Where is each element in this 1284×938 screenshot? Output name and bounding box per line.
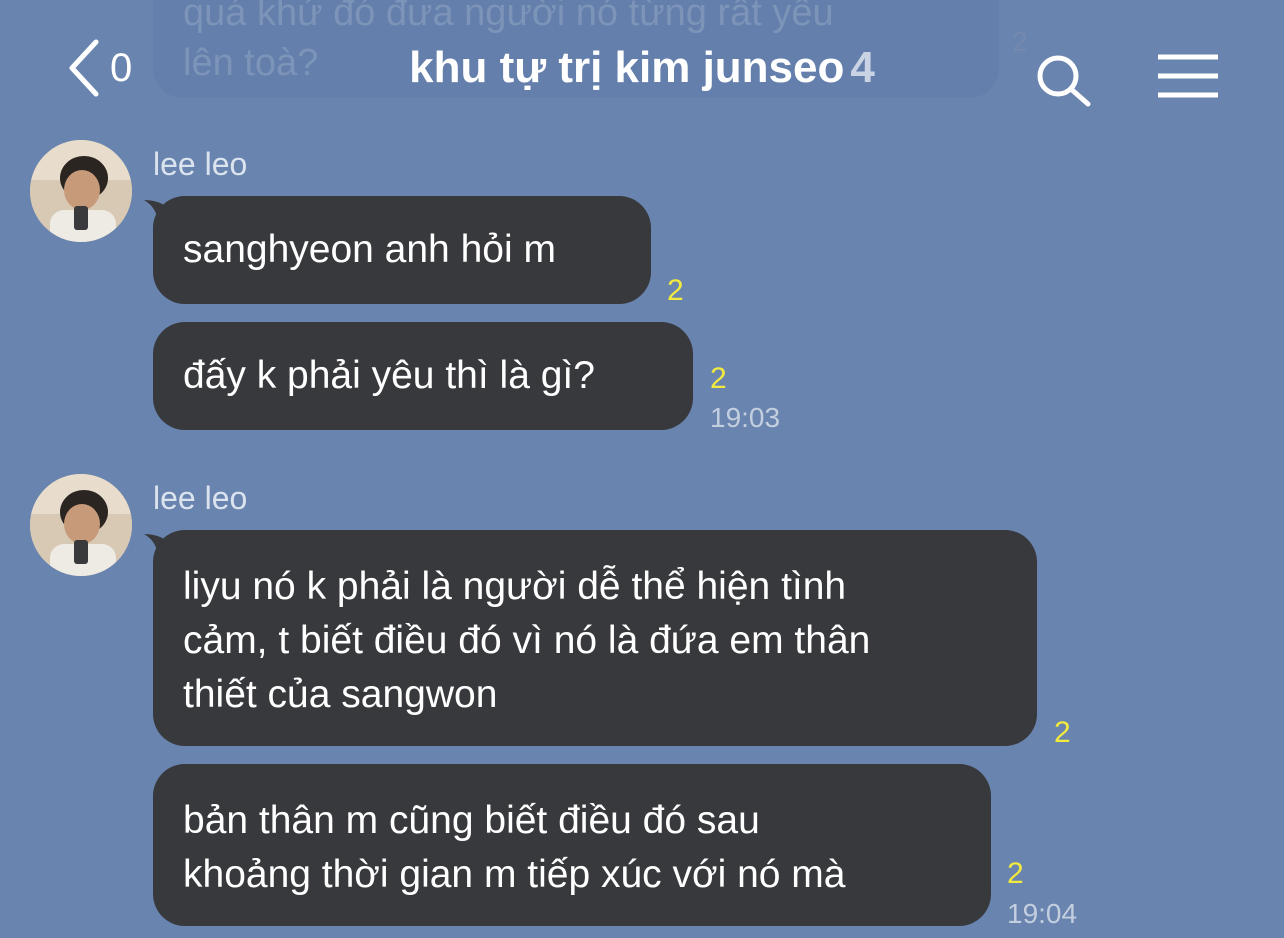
avatar[interactable] xyxy=(30,474,132,576)
unread-chats-count: 0 xyxy=(110,45,133,90)
message-text: đấy k phải yêu thì là gì? xyxy=(183,354,595,397)
menu-button[interactable] xyxy=(1156,52,1220,102)
sender-name[interactable]: lee leo xyxy=(153,144,247,184)
message-text: sanghyeon anh hỏi m xyxy=(183,228,556,271)
previous-message-bubble: quá khứ đó đưa người nó từng rất yêu lên… xyxy=(153,0,999,98)
hamburger-menu-icon xyxy=(1156,54,1220,106)
unread-count: 2 xyxy=(1007,857,1024,890)
message-time: 19:03 xyxy=(710,402,781,433)
search-icon xyxy=(1034,55,1094,112)
back-button[interactable]: 0 xyxy=(66,36,132,100)
chevron-left-icon xyxy=(66,38,102,98)
message-bubble[interactable]: liyu nó k phải là người dễ thể hiện tình… xyxy=(153,530,1037,746)
message-text: bản thân m cũng biết điều đó sau khoảng … xyxy=(183,799,846,896)
unread-count: 2 xyxy=(667,274,684,307)
sender-name[interactable]: lee leo xyxy=(153,478,247,518)
unread-count: 2 xyxy=(710,362,727,395)
message-time: 19:04 xyxy=(1007,898,1078,929)
avatar[interactable] xyxy=(30,140,132,242)
search-button[interactable] xyxy=(1034,52,1094,108)
previous-message-unread-count: 2 xyxy=(1012,26,1028,57)
message-bubble[interactable]: sanghyeon anh hỏi m xyxy=(153,196,651,304)
unread-count: 2 xyxy=(1054,716,1071,749)
avatar-photo xyxy=(30,140,132,242)
message-text: liyu nó k phải là người dễ thể hiện tình… xyxy=(183,565,871,716)
avatar-photo xyxy=(30,474,132,576)
message-bubble[interactable]: bản thân m cũng biết điều đó sau khoảng … xyxy=(153,764,991,926)
message-bubble[interactable]: đấy k phải yêu thì là gì? xyxy=(153,322,693,430)
